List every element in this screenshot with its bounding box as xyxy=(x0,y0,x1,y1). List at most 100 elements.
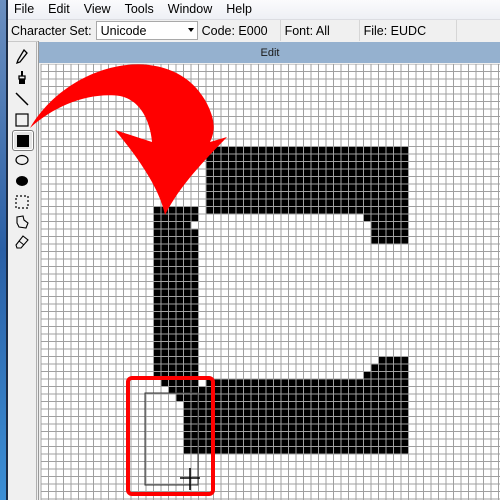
glyph-pixel-off[interactable] xyxy=(423,161,432,170)
glyph-pixel-off[interactable] xyxy=(453,386,462,395)
glyph-pixel-off[interactable] xyxy=(175,423,184,432)
glyph-pixel-off[interactable] xyxy=(363,341,372,350)
glyph-pixel-off[interactable] xyxy=(183,483,192,492)
glyph-pixel-off[interactable] xyxy=(220,461,229,470)
glyph-pixel-off[interactable] xyxy=(100,363,109,372)
glyph-pixel-off[interactable] xyxy=(295,341,304,350)
glyph-pixel-off[interactable] xyxy=(48,416,57,425)
glyph-pixel-on[interactable] xyxy=(378,213,387,222)
glyph-pixel-off[interactable] xyxy=(63,438,72,447)
glyph-pixel-off[interactable] xyxy=(363,326,372,335)
glyph-pixel-off[interactable] xyxy=(453,446,462,455)
glyph-pixel-on[interactable] xyxy=(303,431,312,440)
glyph-pixel-off[interactable] xyxy=(108,71,117,80)
glyph-pixel-off[interactable] xyxy=(63,191,72,200)
glyph-pixel-off[interactable] xyxy=(393,333,402,342)
glyph-pixel-off[interactable] xyxy=(115,461,124,470)
glyph-pixel-on[interactable] xyxy=(333,206,342,215)
glyph-pixel-off[interactable] xyxy=(78,168,87,177)
glyph-pixel-off[interactable] xyxy=(78,176,87,185)
glyph-pixel-off[interactable] xyxy=(130,131,139,140)
glyph-pixel-off[interactable] xyxy=(198,108,207,117)
glyph-pixel-off[interactable] xyxy=(198,206,207,215)
glyph-pixel-on[interactable] xyxy=(378,183,387,192)
glyph-pixel-off[interactable] xyxy=(468,401,477,410)
glyph-pixel-off[interactable] xyxy=(220,311,229,320)
glyph-pixel-off[interactable] xyxy=(310,108,319,117)
glyph-pixel-off[interactable] xyxy=(160,483,169,492)
glyph-pixel-off[interactable] xyxy=(250,228,259,237)
glyph-pixel-off[interactable] xyxy=(430,221,439,230)
glyph-pixel-off[interactable] xyxy=(288,71,297,80)
glyph-pixel-off[interactable] xyxy=(310,288,319,297)
glyph-pixel-off[interactable] xyxy=(78,356,87,365)
glyph-pixel-off[interactable] xyxy=(40,86,49,95)
glyph-pixel-on[interactable] xyxy=(288,206,297,215)
glyph-pixel-off[interactable] xyxy=(138,71,147,80)
glyph-pixel-off[interactable] xyxy=(153,483,162,492)
glyph-pixel-off[interactable] xyxy=(168,453,177,462)
glyph-pixel-off[interactable] xyxy=(78,146,87,155)
glyph-pixel-on[interactable] xyxy=(348,431,357,440)
glyph-pixel-on[interactable] xyxy=(250,386,259,395)
glyph-pixel-on[interactable] xyxy=(318,393,327,402)
glyph-pixel-off[interactable] xyxy=(423,266,432,275)
glyph-pixel-on[interactable] xyxy=(183,386,192,395)
glyph-pixel-on[interactable] xyxy=(160,288,169,297)
glyph-pixel-off[interactable] xyxy=(205,131,214,140)
glyph-pixel-off[interactable] xyxy=(145,431,154,440)
glyph-pixel-off[interactable] xyxy=(378,243,387,252)
glyph-pixel-off[interactable] xyxy=(385,108,394,117)
glyph-pixel-on[interactable] xyxy=(190,258,199,267)
glyph-pixel-on[interactable] xyxy=(228,408,237,417)
glyph-pixel-on[interactable] xyxy=(213,183,222,192)
glyph-pixel-off[interactable] xyxy=(363,138,372,147)
glyph-pixel-off[interactable] xyxy=(93,131,102,140)
glyph-pixel-off[interactable] xyxy=(460,303,469,312)
glyph-pixel-off[interactable] xyxy=(108,303,117,312)
glyph-pixel-off[interactable] xyxy=(40,64,49,72)
glyph-pixel-off[interactable] xyxy=(153,461,162,470)
glyph-pixel-on[interactable] xyxy=(213,416,222,425)
glyph-pixel-off[interactable] xyxy=(370,108,379,117)
glyph-pixel-off[interactable] xyxy=(235,356,244,365)
glyph-pixel-off[interactable] xyxy=(468,266,477,275)
glyph-pixel-off[interactable] xyxy=(423,258,432,267)
glyph-pixel-off[interactable] xyxy=(138,311,147,320)
glyph-pixel-on[interactable] xyxy=(355,146,364,155)
glyph-pixel-off[interactable] xyxy=(258,236,267,245)
glyph-pixel-on[interactable] xyxy=(340,161,349,170)
glyph-pixel-off[interactable] xyxy=(198,341,207,350)
glyph-pixel-off[interactable] xyxy=(55,438,64,447)
glyph-pixel-off[interactable] xyxy=(220,363,229,372)
glyph-pixel-on[interactable] xyxy=(160,281,169,290)
glyph-pixel-off[interactable] xyxy=(288,101,297,110)
glyph-pixel-off[interactable] xyxy=(198,176,207,185)
glyph-pixel-on[interactable] xyxy=(250,423,259,432)
menu-file[interactable]: File xyxy=(8,0,42,19)
glyph-pixel-off[interactable] xyxy=(145,123,154,132)
glyph-pixel-off[interactable] xyxy=(378,318,387,327)
glyph-pixel-off[interactable] xyxy=(213,318,222,327)
glyph-pixel-off[interactable] xyxy=(468,168,477,177)
glyph-pixel-off[interactable] xyxy=(130,78,139,87)
glyph-pixel-off[interactable] xyxy=(483,363,492,372)
glyph-pixel-off[interactable] xyxy=(430,326,439,335)
glyph-pixel-on[interactable] xyxy=(363,198,372,207)
glyph-pixel-on[interactable] xyxy=(355,191,364,200)
glyph-pixel-off[interactable] xyxy=(55,333,64,342)
glyph-pixel-off[interactable] xyxy=(168,191,177,200)
glyph-pixel-on[interactable] xyxy=(258,153,267,162)
glyph-pixel-off[interactable] xyxy=(438,401,447,410)
glyph-pixel-off[interactable] xyxy=(460,446,469,455)
glyph-pixel-off[interactable] xyxy=(78,251,87,260)
eraser-tool[interactable] xyxy=(12,232,32,251)
glyph-pixel-off[interactable] xyxy=(355,251,364,260)
glyph-pixel-off[interactable] xyxy=(318,483,327,492)
glyph-pixel-off[interactable] xyxy=(295,138,304,147)
glyph-pixel-off[interactable] xyxy=(243,123,252,132)
glyph-pixel-off[interactable] xyxy=(183,78,192,87)
glyph-pixel-on[interactable] xyxy=(265,386,274,395)
glyph-pixel-off[interactable] xyxy=(48,71,57,80)
glyph-pixel-off[interactable] xyxy=(145,258,154,267)
